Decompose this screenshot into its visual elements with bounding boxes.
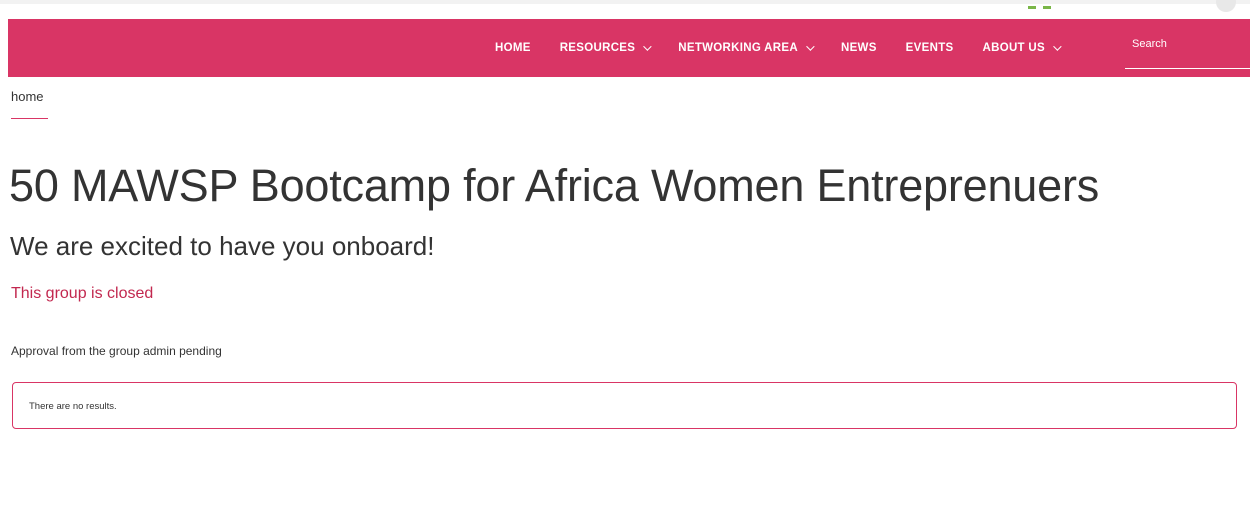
chevron-down-icon — [643, 42, 652, 51]
logo-fragment — [1028, 6, 1036, 9]
nav-item-home[interactable]: HOME — [495, 42, 531, 54]
breadcrumb-home-link[interactable]: home — [11, 89, 44, 104]
nav-item-label: ABOUT US — [982, 42, 1045, 54]
user-avatar-icon[interactable] — [1216, 0, 1236, 12]
top-shadow — [0, 0, 1250, 4]
nav-menu: HOME RESOURCES NETWORKING AREA NEWS EVEN… — [495, 19, 1088, 77]
logo-fragment — [1043, 6, 1051, 9]
nav-item-label: NETWORKING AREA — [678, 42, 798, 54]
main-navbar: HOME RESOURCES NETWORKING AREA NEWS EVEN… — [8, 19, 1250, 77]
breadcrumb[interactable]: home — [11, 89, 44, 104]
nav-item-label: NEWS — [840, 42, 877, 54]
page-subtitle: We are excited to have you onboard! — [10, 231, 435, 261]
nav-item-networking-area[interactable]: NETWORKING AREA — [678, 42, 815, 54]
chevron-down-icon — [1053, 42, 1062, 51]
empty-results-message: There are no results. — [29, 401, 117, 412]
search-box — [1125, 34, 1250, 69]
group-status: This group is closed — [11, 285, 154, 302]
search-input[interactable] — [1125, 34, 1250, 54]
nav-item-label: EVENTS — [905, 42, 954, 54]
nav-item-label: HOME — [495, 42, 531, 54]
top-strip — [0, 0, 1250, 19]
nav-item-events[interactable]: EVENTS — [906, 42, 954, 54]
chevron-down-icon — [806, 42, 815, 51]
breadcrumb-underline — [11, 118, 48, 119]
approval-message: Approval from the group admin pending — [11, 344, 222, 358]
nav-item-about-us[interactable]: ABOUT US — [982, 42, 1062, 54]
page-title: 50 MAWSP Bootcamp for Africa Women Entre… — [9, 160, 1100, 211]
nav-item-news[interactable]: NEWS — [841, 42, 877, 54]
results-panel: There are no results. — [12, 382, 1237, 429]
nav-item-label: RESOURCES — [559, 42, 636, 54]
nav-item-resources[interactable]: RESOURCES — [559, 42, 652, 54]
